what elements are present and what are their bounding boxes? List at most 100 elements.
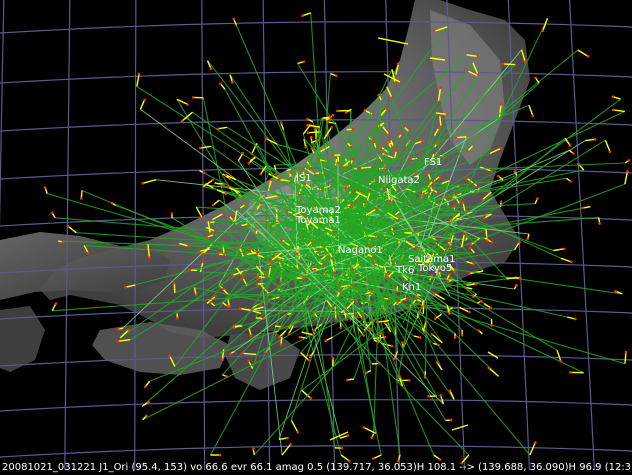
meteor-end-point: [414, 246, 418, 250]
meteor-end-point: [445, 113, 449, 116]
longitude-line: [568, 0, 595, 471]
meteor-end-point: [224, 192, 227, 195]
meteor-end-point: [594, 138, 597, 141]
meteor-end-point: [363, 109, 367, 112]
meteor-end-point: [241, 352, 244, 355]
meteor-end-point: [574, 317, 577, 321]
meteor-streak: [359, 166, 372, 169]
map-canvas: [0, 0, 632, 471]
meteor-end-point: [201, 260, 205, 264]
meteor-end-point: [278, 335, 281, 339]
meteor-end-point: [454, 136, 458, 139]
meteor-streak: [506, 277, 521, 280]
meteor-end-point: [231, 274, 234, 277]
meteor-end-point: [144, 385, 147, 389]
latitude-line: [0, 71, 632, 84]
meteor-end-point: [490, 324, 493, 327]
meteor-end-point: [309, 396, 313, 400]
meteor-end-point: [421, 139, 424, 143]
meteor-end-point: [54, 302, 58, 305]
meteor-end-point: [429, 184, 433, 188]
meteor-end-point: [200, 216, 204, 220]
meteor-end-point: [474, 282, 478, 286]
meteor-end-point: [598, 222, 601, 225]
meteor-end-point: [447, 239, 450, 243]
meteor-streak: [237, 152, 244, 162]
meteor-end-point: [476, 55, 480, 58]
meteor-end-point: [386, 276, 390, 279]
meteor-end-point: [401, 341, 404, 344]
meteor-end-point: [329, 115, 332, 119]
meteor-end-point: [469, 246, 472, 250]
meteor-end-point: [168, 354, 171, 358]
meteor-end-point: [137, 72, 141, 76]
meteor-end-point: [188, 268, 192, 272]
meteor-end-point: [379, 332, 382, 336]
meteor-streak: [502, 63, 516, 66]
meteor-end-point: [358, 166, 362, 170]
meteor-end-point: [385, 273, 389, 276]
meteor-streak: [214, 182, 225, 185]
meteor-end-point: [446, 280, 450, 284]
meteor-end-point: [559, 360, 563, 363]
meteor-streak: [455, 136, 467, 139]
meteor-end-point: [227, 214, 231, 218]
meteor-end-point: [351, 127, 355, 131]
meteor-end-point: [194, 293, 198, 297]
meteor-streak: [451, 424, 469, 431]
meteor-end-point: [116, 328, 120, 331]
meteor-end-point: [437, 126, 441, 129]
meteor-end-point: [209, 301, 212, 304]
meteor-streak: [577, 49, 589, 57]
meteor-trajectories: [43, 12, 631, 465]
meteor-end-point: [298, 335, 302, 339]
meteor-streak: [624, 351, 627, 364]
meteor-end-point: [483, 216, 486, 220]
meteor-end-point: [468, 310, 471, 314]
meteor-end-point: [438, 175, 442, 178]
meteor-end-point: [370, 290, 373, 294]
meteor-end-point: [330, 126, 333, 129]
meteor-end-point: [229, 352, 232, 356]
meteor-end-point: [205, 235, 209, 239]
meteor-end-point: [450, 196, 453, 200]
meteor-end-point: [265, 137, 268, 140]
meteor-end-point: [448, 389, 452, 392]
meteor-end-point: [290, 171, 293, 175]
status-bar: 20081021_031221 J1_Ori (95.4, 153) vo 66…: [2, 462, 632, 473]
meteor-end-point: [534, 76, 537, 80]
meteor-end-point: [375, 320, 379, 324]
meteor-end-point: [490, 241, 494, 244]
meteor-end-point: [222, 212, 225, 215]
meteor-end-point: [110, 201, 114, 205]
meteor-streak: [564, 137, 571, 147]
station-label-tk6: Tk6: [396, 265, 415, 276]
meteor-end-point: [541, 29, 545, 33]
meteor-end-point: [460, 333, 464, 337]
meteor-end-point: [221, 287, 225, 291]
meteor-end-point: [214, 294, 217, 298]
meteor-end-point: [344, 186, 348, 189]
meteor-end-point: [145, 414, 148, 418]
meteor-end-point: [262, 317, 265, 321]
meteor-streak: [290, 419, 299, 433]
meteor-end-point: [170, 212, 174, 215]
meteor-end-point: [435, 361, 439, 364]
meteor-end-point: [406, 296, 409, 300]
meteor-streak: [302, 12, 312, 17]
meteor-end-point: [435, 238, 439, 242]
meteor-end-point: [485, 239, 489, 242]
meteor-end-point: [518, 276, 522, 280]
meteor-end-point: [572, 152, 575, 155]
meteor-end-point: [259, 172, 263, 176]
meteor-streak: [195, 206, 203, 219]
meteor-end-point: [322, 263, 325, 267]
meteor-end-point: [612, 108, 615, 112]
meteor-end-point: [353, 299, 357, 302]
meteor-end-point: [431, 179, 435, 183]
meteor-end-point: [239, 307, 242, 310]
meteor-end-point: [285, 210, 289, 213]
meteor-end-point: [226, 186, 230, 189]
meteor-end-point: [400, 132, 403, 136]
meteor-streak: [334, 306, 337, 320]
